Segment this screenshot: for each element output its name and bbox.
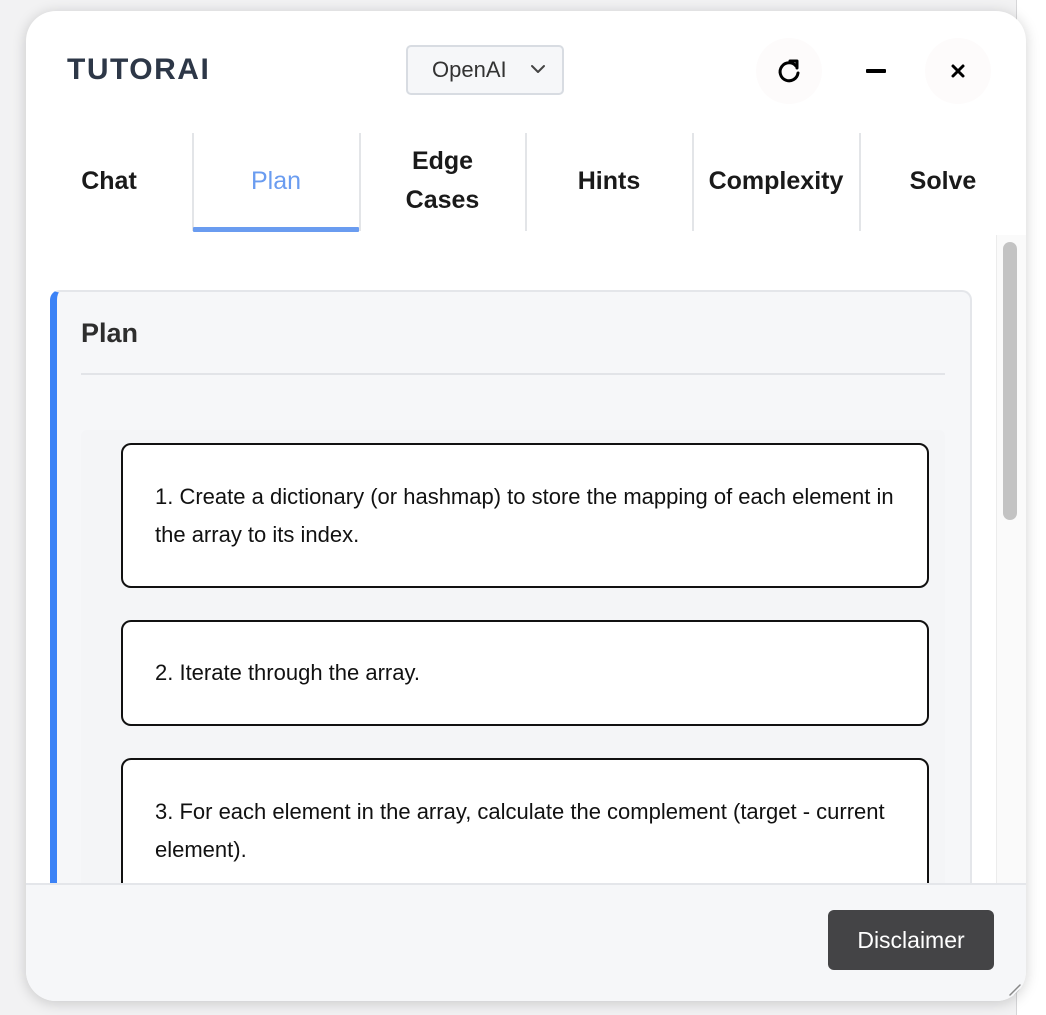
plan-card-title: Plan xyxy=(81,318,139,348)
plan-step-text: 1. Create a dictionary (or hashmap) to s… xyxy=(155,483,894,547)
resize-grip-icon[interactable] xyxy=(1006,981,1022,997)
tab-bar: Chat Plan Edge Cases Hints Complexity So… xyxy=(26,131,1026,235)
plan-step: 1. Create a dictionary (or hashmap) to s… xyxy=(121,443,929,588)
app-brand: TUTORAI xyxy=(67,53,211,86)
tab-plan[interactable]: Plan xyxy=(193,131,359,231)
minimize-button[interactable] xyxy=(843,38,909,104)
provider-select-value: OpenAI xyxy=(432,57,507,82)
tab-edge-cases[interactable]: Edge Cases xyxy=(360,131,525,231)
scrollbar-thumb[interactable] xyxy=(1003,242,1017,520)
content-scroll-area[interactable]: Plan 1. Create a dictionary (or hashmap)… xyxy=(26,235,1026,884)
provider-select[interactable]: OpenAI xyxy=(406,45,564,95)
tutorai-window: TUTORAI OpenAI Chat Plan Edge Cases Hint… xyxy=(26,11,1026,1001)
footer-bar: Disclaimer xyxy=(26,883,1026,1001)
tab-complexity[interactable]: Complexity xyxy=(693,131,859,231)
disclaimer-button[interactable]: Disclaimer xyxy=(828,910,994,970)
plan-card-divider xyxy=(81,373,945,375)
active-tab-indicator xyxy=(193,227,359,232)
plan-step: 2. Iterate through the array. xyxy=(121,620,929,726)
tab-hints[interactable]: Hints xyxy=(526,131,692,231)
chevron-down-icon xyxy=(531,65,545,73)
close-button[interactable] xyxy=(925,38,991,104)
plan-step-text: 3. For each element in the array, calcul… xyxy=(155,799,885,862)
plan-card: Plan 1. Create a dictionary (or hashmap)… xyxy=(50,290,972,884)
tab-chat[interactable]: Chat xyxy=(26,131,192,231)
plan-step-text: 2. Iterate through the array. xyxy=(155,660,420,685)
minimize-icon xyxy=(866,69,886,73)
refresh-icon xyxy=(778,59,800,83)
refresh-button[interactable] xyxy=(756,38,822,104)
tab-solve[interactable]: Solve xyxy=(860,131,1026,231)
plan-step: 3. For each element in the array, calcul… xyxy=(121,758,929,884)
plan-steps-list: 1. Create a dictionary (or hashmap) to s… xyxy=(81,430,945,884)
close-icon xyxy=(951,64,965,78)
